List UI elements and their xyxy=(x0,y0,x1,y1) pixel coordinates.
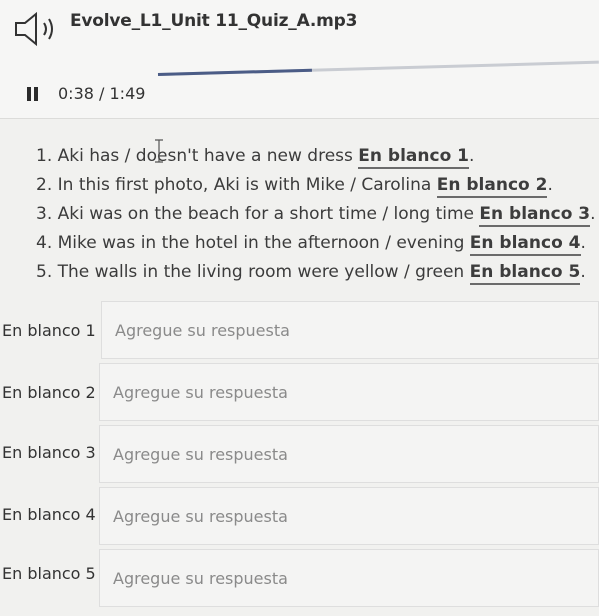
answer-input-1[interactable] xyxy=(101,301,599,359)
text-cursor-icon xyxy=(155,139,163,163)
answer-label-2: En blanco 2 xyxy=(2,383,96,402)
answer-row-2: En blanco 2 xyxy=(0,363,599,424)
blank-reference-2: En blanco 2 xyxy=(436,175,548,198)
time-display: 0:38 / 1:49 xyxy=(58,84,146,103)
question-5: 5. The walls in the living room were yel… xyxy=(36,262,586,285)
answer-row-1: En blanco 1 xyxy=(0,301,599,362)
answer-input-5[interactable] xyxy=(99,549,599,607)
audio-title: Evolve_L1_Unit 11_Quiz_A.mp3 xyxy=(70,11,358,31)
question-4: 4. Mike was in the hotel in the afternoo… xyxy=(36,233,586,256)
speaker-icon[interactable] xyxy=(14,12,60,46)
answer-input-3[interactable] xyxy=(99,425,599,483)
answer-input-2[interactable] xyxy=(99,363,599,421)
answer-label-1: En blanco 1 xyxy=(2,321,96,340)
divider xyxy=(0,118,599,119)
audio-player: Evolve_L1_Unit 11_Quiz_A.mp3 0:38 / 1:49 xyxy=(0,0,599,118)
answer-row-5: En blanco 5 xyxy=(0,549,599,610)
answer-input-4[interactable] xyxy=(99,487,599,545)
question-1: 1. Aki has / doesn't have a new dress En… xyxy=(36,146,474,169)
answer-label-4: En blanco 4 xyxy=(2,505,96,524)
pause-icon[interactable] xyxy=(27,87,39,101)
question-2: 2. In this first photo, Aki is with Mike… xyxy=(36,175,553,198)
progress-bar[interactable] xyxy=(157,60,599,76)
blank-reference-4: En blanco 4 xyxy=(469,233,581,256)
blank-reference-1: En blanco 1 xyxy=(358,146,470,169)
blank-reference-5: En blanco 5 xyxy=(469,262,581,285)
blank-reference-3: En blanco 3 xyxy=(479,204,591,227)
question-3: 3. Aki was on the beach for a short time… xyxy=(36,204,596,227)
answer-label-5: En blanco 5 xyxy=(2,564,96,583)
answer-row-4: En blanco 4 xyxy=(0,487,599,548)
answer-row-3: En blanco 3 xyxy=(0,425,599,486)
answer-label-3: En blanco 3 xyxy=(2,443,96,462)
progress-fill xyxy=(157,68,313,76)
